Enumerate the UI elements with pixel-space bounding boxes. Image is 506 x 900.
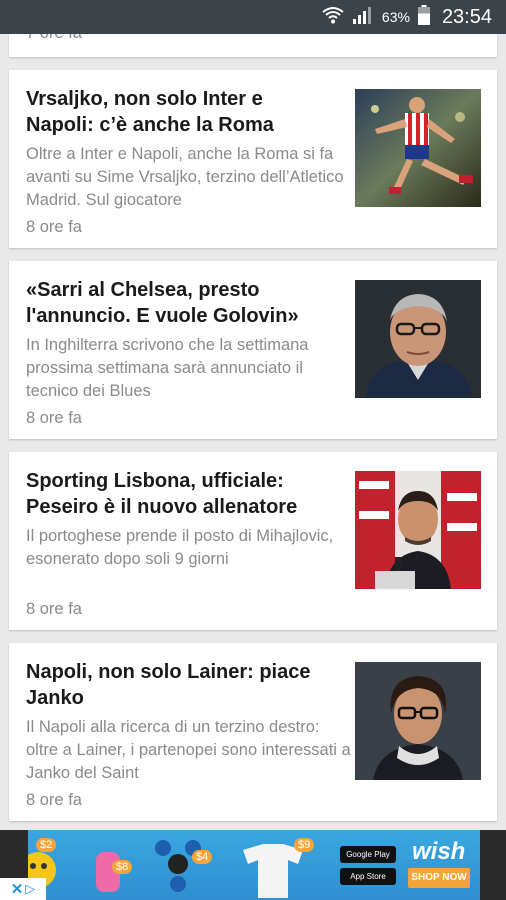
news-card[interactable]: Napoli, non solo Lainer: piace Janko Il … — [9, 643, 497, 821]
close-icon[interactable]: ✕ — [11, 880, 24, 898]
article-title[interactable]: Sporting Lisbona, ufficiale: Peseiro è i… — [26, 468, 326, 520]
news-card[interactable]: Vrsaljko, non solo Inter e Napoli: c’è a… — [9, 70, 497, 248]
google-play-badge[interactable]: Google Play — [340, 846, 396, 863]
price-badge: $9 — [294, 838, 315, 852]
news-card[interactable]: «Sarri al Chelsea, presto l'annuncio. E … — [9, 261, 497, 439]
ad-banner[interactable]: $2 $8 $4 $9 Google Play App Store wish S… — [0, 830, 506, 900]
shop-now-button[interactable]: SHOP NOW — [408, 868, 470, 888]
article-summary: Il portoghese prende il posto di Mihajlo… — [26, 527, 334, 568]
article-title[interactable]: Vrsaljko, non solo Inter e Napoli: c’è a… — [26, 86, 326, 138]
ad-choices[interactable]: ✕ ▷ — [0, 878, 46, 900]
article-time: 8 ore fa — [26, 600, 82, 618]
article-summary: In Inghilterra scrivono che la settimana… — [26, 336, 309, 400]
article-summary: Il Napoli alla ricerca di un terzino des… — [26, 718, 351, 782]
news-card-partial[interactable]: 7 ore fa — [9, 34, 497, 57]
news-card[interactable]: Sporting Lisbona, ufficiale: Peseiro è i… — [9, 452, 497, 630]
price-badge: $2 — [36, 838, 57, 852]
ad-creative[interactable]: $2 $8 $4 $9 Google Play App Store wish S… — [28, 830, 480, 900]
article-summary: Oltre a Inter e Napoli, anche la Roma si… — [26, 145, 344, 209]
adchoices-icon[interactable]: ▷ — [25, 881, 35, 897]
article-thumbnail[interactable] — [355, 471, 481, 589]
article-thumbnail[interactable] — [355, 89, 481, 207]
status-bar: 63% 23:54 — [0, 0, 506, 34]
wifi-icon — [322, 5, 344, 30]
clock: 23:54 — [441, 5, 492, 28]
article-thumbnail[interactable] — [355, 662, 481, 780]
app-store-badge[interactable]: App Store — [340, 868, 396, 885]
price-badge: $8 — [112, 860, 133, 874]
signal-icon — [352, 5, 374, 30]
news-feed[interactable]: 7 ore fa Vrsaljko, non solo Inter e Napo… — [0, 34, 506, 830]
battery-icon — [417, 4, 430, 30]
article-title[interactable]: Napoli, non solo Lainer: piace Janko — [26, 659, 326, 711]
article-time: 8 ore fa — [26, 791, 82, 809]
wish-logo: wish — [412, 838, 466, 865]
battery-percent: 63% — [381, 9, 410, 25]
article-time: 7 ore fa — [26, 34, 82, 43]
article-time: 8 ore fa — [26, 409, 82, 427]
price-badge: $4 — [192, 850, 213, 864]
article-time: 8 ore fa — [26, 218, 82, 236]
article-thumbnail[interactable] — [355, 280, 481, 398]
article-title[interactable]: «Sarri al Chelsea, presto l'annuncio. E … — [26, 277, 326, 329]
